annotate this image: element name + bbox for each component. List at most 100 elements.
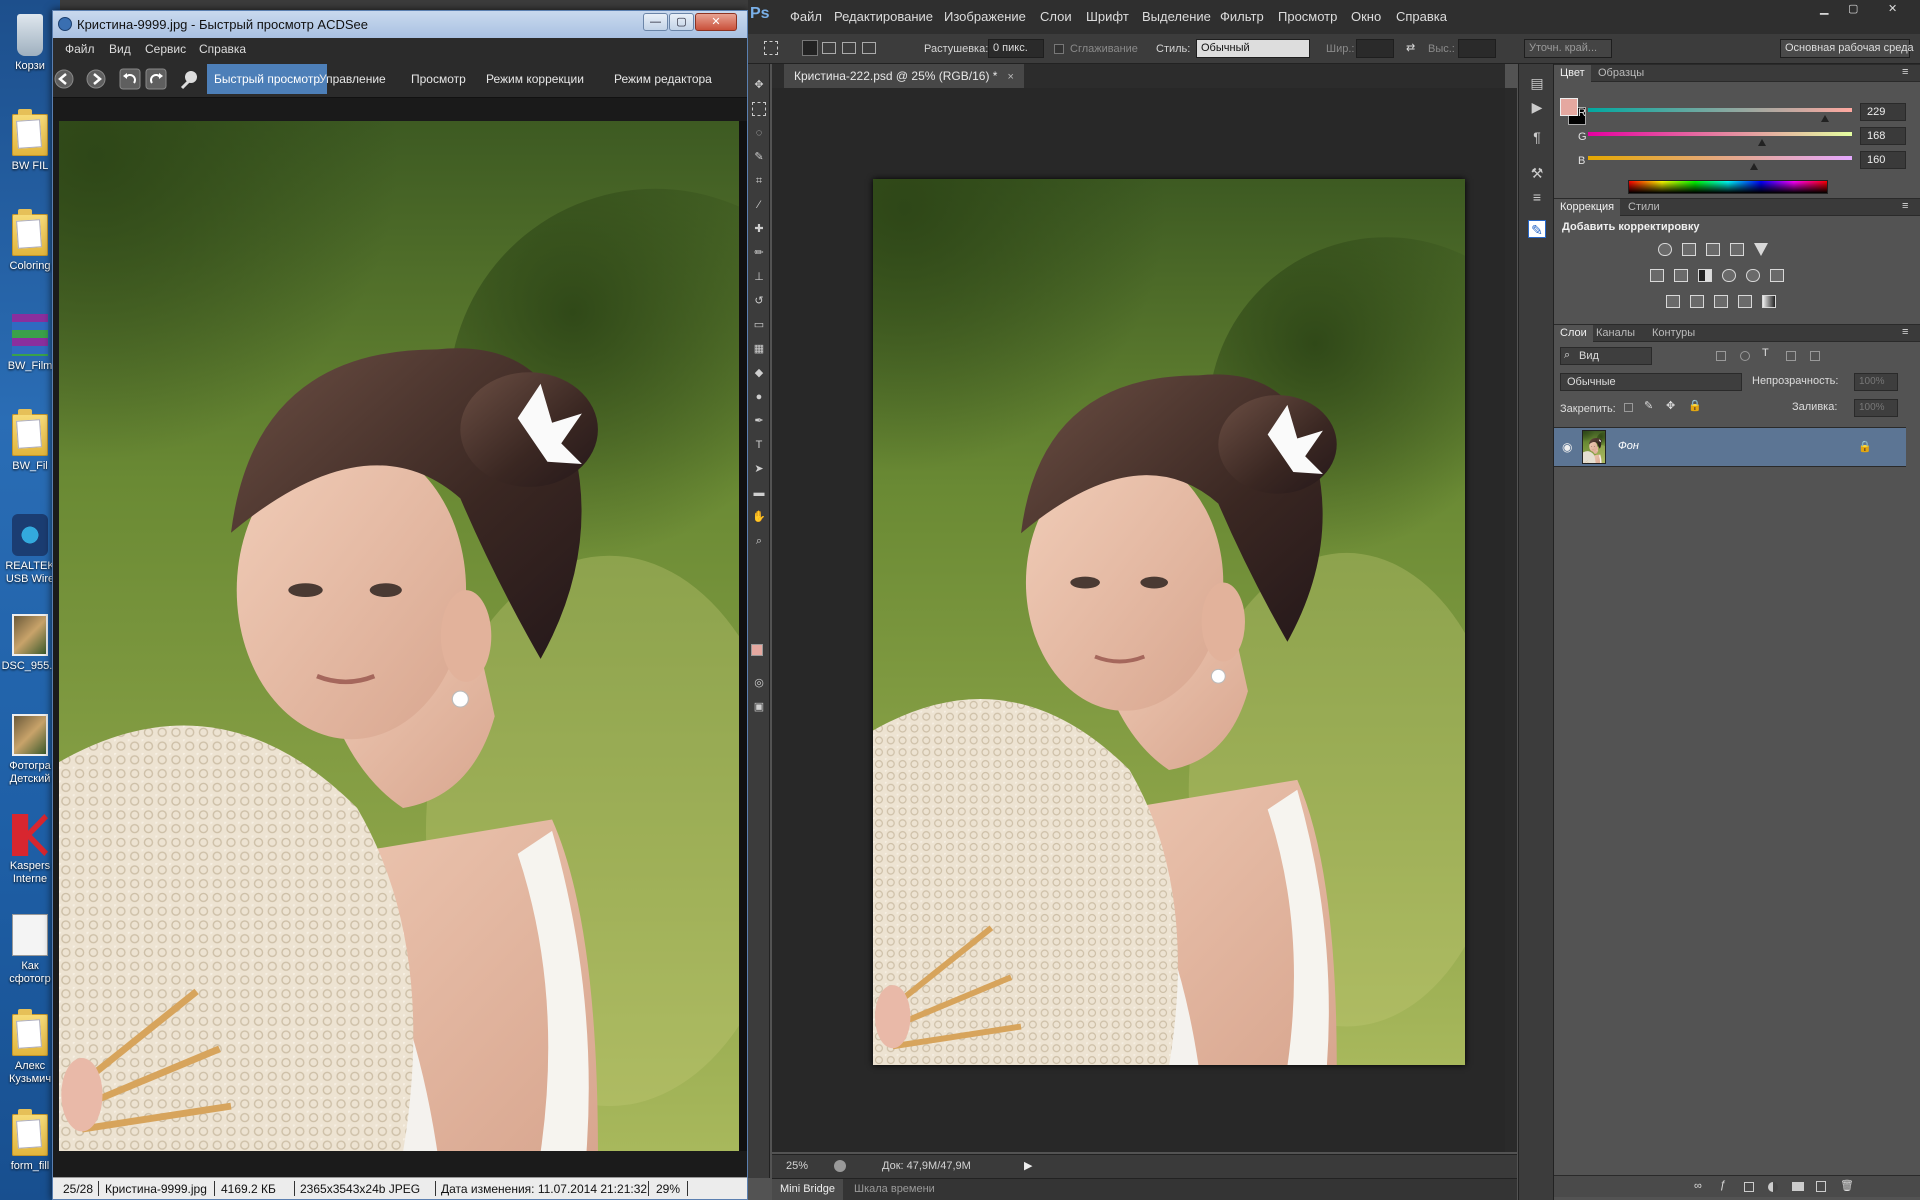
new-adjustment-icon[interactable] bbox=[1768, 1182, 1778, 1192]
channel-g-caret[interactable] bbox=[1757, 139, 1766, 146]
desktop-icon[interactable]: Алекс Кузьмич bbox=[0, 1008, 60, 1106]
adjust-panel-menu-icon[interactable]: ≡ bbox=[1902, 200, 1908, 212]
rect-marquee-tool-icon[interactable] bbox=[752, 102, 766, 116]
gradient-map-icon[interactable] bbox=[1762, 295, 1776, 308]
feather-input[interactable]: 0 пикс. bbox=[988, 39, 1044, 58]
ps-menu-layers[interactable]: Слои bbox=[1040, 9, 1072, 24]
brightness-contrast-icon[interactable] bbox=[1658, 243, 1672, 256]
desktop-icon[interactable]: Kaspers Interne bbox=[0, 808, 60, 906]
layer-name[interactable]: Фон bbox=[1618, 440, 1639, 452]
filter-adjust-icon[interactable] bbox=[1740, 351, 1750, 361]
layer-row[interactable]: ◉ Фон 🔒 bbox=[1554, 427, 1906, 467]
path-select-tool-icon[interactable]: ➤ bbox=[752, 462, 766, 476]
ps-menu-filter[interactable]: Фильтр bbox=[1220, 9, 1264, 24]
plugin-panel-icon[interactable]: ✎ bbox=[1528, 220, 1546, 238]
new-layer-icon[interactable] bbox=[1816, 1181, 1826, 1192]
desktop-icon[interactable]: BW FIL bbox=[0, 108, 60, 206]
ps-menu-image[interactable]: Изображение bbox=[944, 9, 1026, 24]
invert-icon[interactable] bbox=[1666, 295, 1680, 308]
new-group-icon[interactable] bbox=[1792, 1182, 1804, 1191]
minimize-button[interactable]: — bbox=[643, 13, 668, 31]
quick-mask-icon[interactable]: ◎ bbox=[752, 676, 766, 690]
mode-view[interactable]: Просмотр bbox=[404, 64, 473, 94]
desktop-icon[interactable]: BW_Fil bbox=[0, 408, 60, 506]
mode-quick-view[interactable]: Быстрый просмотр bbox=[207, 64, 328, 94]
desktop-icon[interactable]: REALTEK USB Wire bbox=[0, 508, 60, 606]
acdsee-titlebar[interactable]: Кристина-9999.jpg - Быстрый просмотр ACD… bbox=[53, 11, 747, 38]
blend-mode-select[interactable]: Обычные bbox=[1560, 373, 1742, 391]
hue-saturation-icon[interactable] bbox=[1650, 269, 1664, 282]
threshold-icon[interactable] bbox=[1714, 295, 1728, 308]
ps-menu-edit[interactable]: Редактирование bbox=[834, 9, 933, 24]
lock-all-icon[interactable]: 🔒 bbox=[1688, 399, 1702, 412]
document-tab-close-icon[interactable]: × bbox=[1007, 71, 1013, 83]
color-panel-menu-icon[interactable]: ≡ bbox=[1902, 66, 1908, 78]
ps-status-info-icon[interactable] bbox=[834, 1160, 846, 1172]
zoom-tool-icon[interactable]: ⌕ bbox=[752, 534, 766, 548]
desktop-icon[interactable]: Coloring bbox=[0, 208, 60, 306]
channel-b-value[interactable]: 160 bbox=[1860, 151, 1906, 169]
type-tool-icon[interactable]: T bbox=[752, 438, 766, 452]
color-spectrum-ramp[interactable] bbox=[1628, 180, 1828, 194]
ps-menu-view[interactable]: Просмотр bbox=[1278, 9, 1337, 24]
channel-g-slider[interactable] bbox=[1588, 132, 1852, 136]
slideshow-icon[interactable] bbox=[179, 68, 201, 90]
workspace-select[interactable]: Основная рабочая среда bbox=[1780, 39, 1914, 58]
tab-layers[interactable]: Слои bbox=[1554, 325, 1593, 342]
refine-edge-button[interactable]: Уточн. край... bbox=[1524, 39, 1612, 58]
close-button[interactable]: ✕ bbox=[695, 13, 737, 31]
rotate-left-icon[interactable] bbox=[119, 68, 141, 90]
ps-vertical-scrollbar[interactable] bbox=[1505, 88, 1517, 1152]
tab-swatches[interactable]: Образцы bbox=[1592, 65, 1650, 82]
back-icon[interactable] bbox=[53, 68, 75, 90]
menu-file[interactable]: Файл bbox=[65, 42, 95, 56]
eraser-tool-icon[interactable]: ▭ bbox=[752, 318, 766, 332]
selective-color-icon[interactable] bbox=[1738, 295, 1752, 308]
subtract-selection-icon[interactable] bbox=[842, 42, 856, 54]
dodge-tool-icon[interactable]: ● bbox=[752, 390, 766, 404]
healing-tool-icon[interactable]: ✚ bbox=[752, 222, 766, 236]
delete-layer-icon[interactable]: 🗑 bbox=[1840, 1179, 1854, 1192]
rotate-right-icon[interactable] bbox=[145, 68, 167, 90]
color-lookup-icon[interactable] bbox=[1770, 269, 1784, 282]
forward-icon[interactable] bbox=[85, 68, 107, 90]
crop-tool-icon[interactable]: ⌗ bbox=[752, 174, 766, 188]
eyedropper-tool-icon[interactable]: ⁄ bbox=[752, 198, 766, 212]
ps-menu-file[interactable]: Файл bbox=[790, 9, 822, 24]
ps-maximize-icon[interactable]: ▢ bbox=[1848, 2, 1858, 15]
menu-service[interactable]: Сервис bbox=[145, 42, 186, 56]
black-white-icon[interactable] bbox=[1698, 269, 1712, 282]
antialias-checkbox[interactable] bbox=[1054, 44, 1064, 54]
vibrance-icon[interactable] bbox=[1754, 243, 1768, 256]
channel-g-value[interactable]: 168 bbox=[1860, 127, 1906, 145]
add-mask-icon[interactable] bbox=[1744, 1182, 1754, 1192]
mode-edit[interactable]: Режим редактора bbox=[607, 64, 719, 94]
color-balance-icon[interactable] bbox=[1674, 269, 1688, 282]
pen-tool-icon[interactable]: ✒ bbox=[752, 414, 766, 428]
curves-icon[interactable] bbox=[1706, 243, 1720, 256]
lock-pixels-icon[interactable]: ✎ bbox=[1644, 399, 1653, 412]
tab-adjustments[interactable]: Коррекция bbox=[1554, 199, 1621, 216]
brush-tool-icon[interactable]: ✏ bbox=[752, 246, 766, 260]
layers-panel-menu-icon[interactable]: ≡ bbox=[1902, 326, 1908, 338]
shape-tool-icon[interactable]: ▬ bbox=[752, 486, 766, 500]
intersect-selection-icon[interactable] bbox=[862, 42, 876, 54]
menu-view[interactable]: Вид bbox=[109, 42, 131, 56]
foreground-color-swatch[interactable] bbox=[751, 644, 763, 656]
ps-menu-type[interactable]: Шрифт bbox=[1086, 9, 1129, 24]
brush-presets-icon[interactable]: ≡ bbox=[1528, 188, 1546, 206]
gradient-tool-icon[interactable]: ▦ bbox=[752, 342, 766, 356]
channel-r-slider[interactable] bbox=[1588, 108, 1852, 112]
ps-close-icon[interactable]: ✕ bbox=[1888, 2, 1897, 15]
desktop-icon[interactable]: Фотогра Детский bbox=[0, 708, 60, 806]
width-input[interactable] bbox=[1356, 39, 1394, 58]
ps-zoom-level[interactable]: 25% bbox=[786, 1160, 808, 1172]
ps-menu-help[interactable]: Справка bbox=[1396, 9, 1447, 24]
move-tool-icon[interactable]: ✥ bbox=[752, 78, 766, 92]
channel-r-value[interactable]: 229 bbox=[1860, 103, 1906, 121]
style-select[interactable]: Обычный bbox=[1196, 39, 1310, 58]
character-panel-icon[interactable]: ¶ bbox=[1528, 128, 1546, 146]
desktop-icon[interactable]: Корзи bbox=[0, 8, 60, 106]
channel-r-caret[interactable] bbox=[1821, 115, 1830, 122]
desktop-icon[interactable]: DSC_955... bbox=[0, 608, 60, 706]
